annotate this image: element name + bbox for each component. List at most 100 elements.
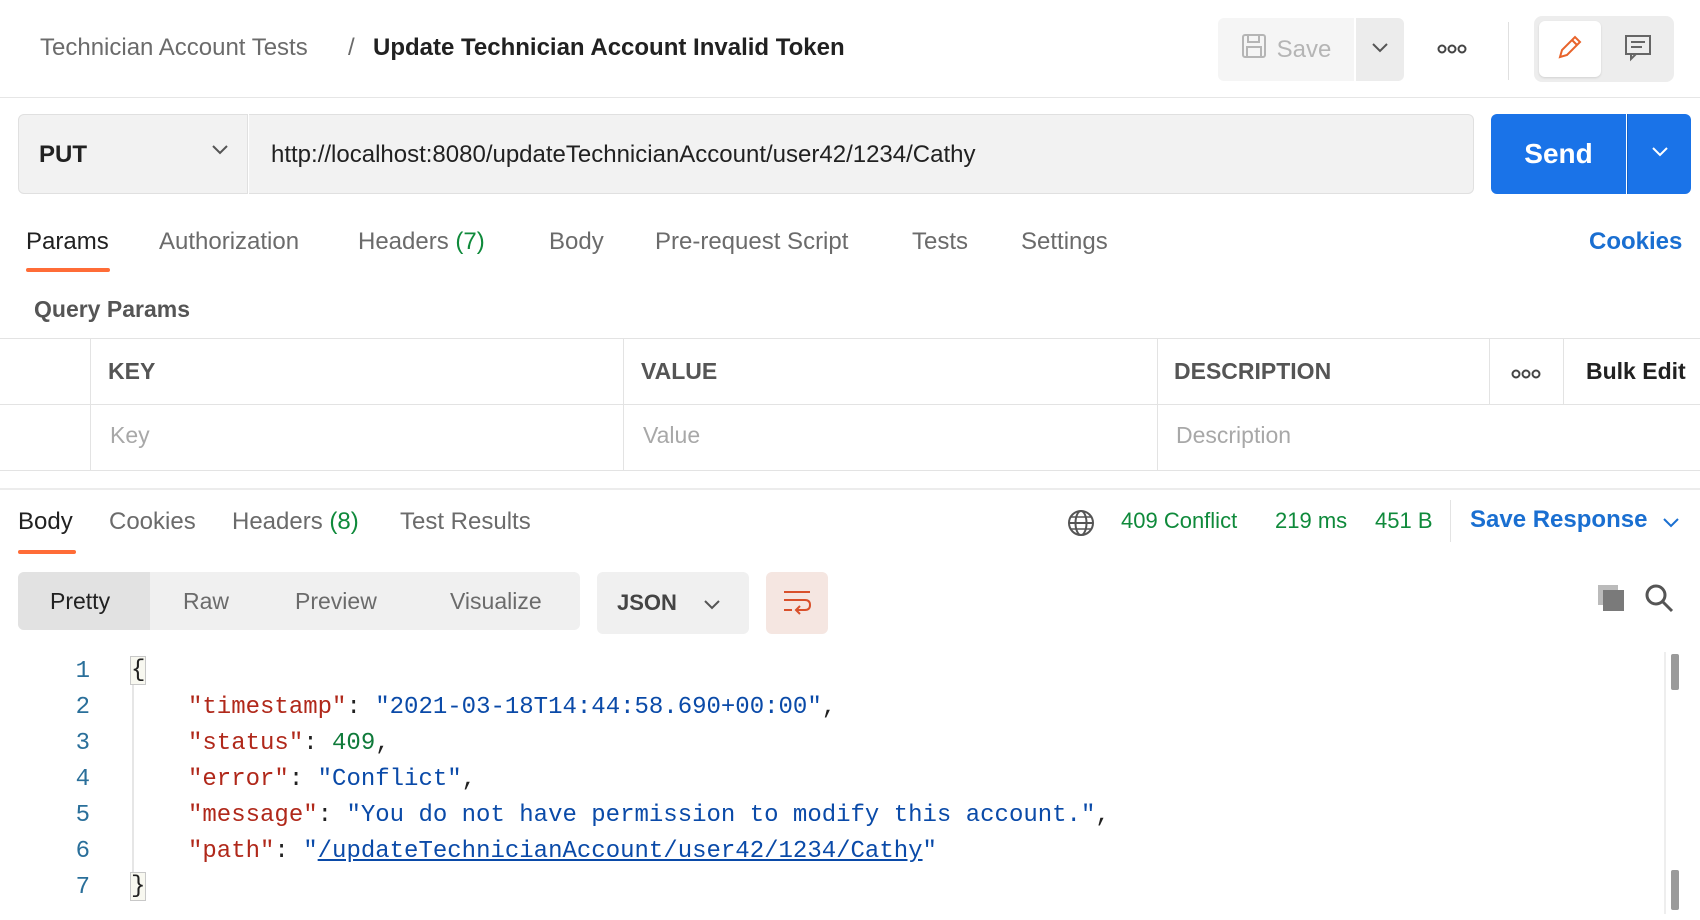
active-response-tab-indicator [18, 550, 76, 554]
param-value-input[interactable]: Value [643, 422, 700, 449]
save-response-options[interactable] [1662, 516, 1680, 534]
response-tab-body[interactable]: Body [18, 508, 73, 536]
json-open-brace: { [130, 656, 147, 685]
format-select[interactable]: JSON [597, 572, 749, 634]
line-number: 7 [75, 874, 90, 901]
tab-headers-label: Headers [358, 228, 449, 255]
indent-guide [132, 684, 134, 882]
json-line: "message": "You do not have permission t… [188, 802, 1110, 829]
json-key: "path" [188, 838, 275, 865]
json-line: "status": 409, [188, 730, 390, 757]
json-key: "error" [188, 766, 289, 793]
url-input[interactable]: http://localhost:8080/updateTechnicianAc… [249, 114, 1474, 194]
table-border-middle [0, 404, 1700, 405]
pane-divider[interactable] [0, 488, 1700, 490]
tab-authorization[interactable]: Authorization [159, 228, 299, 256]
scrollbar-thumb[interactable] [1671, 654, 1679, 690]
wrap-lines-button[interactable] [766, 572, 828, 634]
json-path-link[interactable]: /updateTechnicianAccount/user42/1234/Cat… [318, 838, 923, 865]
request-title[interactable]: Update Technician Account Invalid Token [373, 34, 845, 62]
json-value: "You do not have permission to modify th… [346, 802, 1096, 829]
chevron-down-icon [1651, 145, 1669, 163]
edit-mode-button[interactable] [1539, 21, 1601, 77]
more-horizontal-icon [1437, 41, 1467, 59]
json-key: "status" [188, 730, 304, 757]
copy-icon [1595, 585, 1627, 618]
table-col-divider [1563, 338, 1564, 404]
chevron-down-icon [211, 143, 229, 161]
column-header-value: VALUE [641, 358, 718, 384]
param-key-input[interactable]: Key [110, 422, 150, 449]
cookies-link[interactable]: Cookies [1589, 228, 1682, 256]
search-response-button[interactable] [1643, 582, 1675, 619]
more-horizontal-icon [1511, 366, 1541, 383]
table-col-divider [90, 338, 91, 470]
table-options-button[interactable] [1511, 366, 1541, 384]
table-border-top [0, 338, 1700, 339]
json-key: "message" [188, 802, 318, 829]
response-status[interactable]: 409 Conflict [1121, 508, 1237, 534]
send-button[interactable]: Send [1491, 114, 1626, 194]
json-quote: " [922, 838, 937, 865]
chevron-down-icon [1371, 41, 1389, 59]
response-tab-headers-label: Headers [232, 508, 323, 535]
breadcrumb-collection[interactable]: Technician Account Tests [40, 34, 308, 62]
save-button[interactable]: Save [1218, 18, 1354, 81]
url-text: http://localhost:8080/updateTechnicianAc… [271, 141, 976, 168]
response-time[interactable]: 219 ms [1275, 508, 1347, 534]
view-mode-raw[interactable]: Raw [183, 588, 229, 615]
breadcrumb-separator: / [348, 34, 355, 61]
save-options-button[interactable] [1356, 18, 1404, 81]
tab-tests[interactable]: Tests [912, 228, 968, 256]
method-label: PUT [39, 141, 87, 168]
bulk-edit-button[interactable]: Bulk Edit [1586, 358, 1686, 385]
request-header: Technician Account Tests / Update Techni… [0, 0, 1700, 98]
comment-icon [1623, 32, 1653, 67]
editor-scroll-track [1664, 652, 1666, 914]
tab-params[interactable]: Params [26, 228, 109, 256]
tab-headers-count: (7) [455, 228, 485, 255]
tab-settings[interactable]: Settings [1021, 228, 1108, 256]
json-value: 409 [332, 730, 376, 757]
view-mode-pretty[interactable]: Pretty [50, 588, 110, 615]
table-col-divider [623, 338, 624, 470]
column-header-key: KEY [108, 358, 156, 384]
response-size[interactable]: 451 B [1375, 508, 1433, 534]
send-options-button[interactable] [1627, 114, 1691, 194]
tab-pre-request-script[interactable]: Pre-request Script [655, 228, 848, 256]
view-mode-preview[interactable]: Preview [295, 588, 377, 615]
copy-response-button[interactable] [1595, 582, 1627, 619]
response-tab-headers[interactable]: Headers (8) [232, 508, 359, 536]
globe-icon [1066, 510, 1096, 542]
header-divider [1508, 22, 1509, 80]
tab-body[interactable]: Body [549, 228, 604, 256]
line-number: 6 [75, 838, 90, 865]
save-response-button[interactable]: Save Response [1470, 506, 1647, 534]
format-label: JSON [617, 590, 677, 615]
line-number: 3 [75, 730, 90, 757]
search-icon [1643, 584, 1675, 618]
more-actions-button[interactable] [1430, 36, 1474, 64]
documentation-button[interactable] [1607, 21, 1669, 77]
json-comma: , [375, 730, 390, 757]
tab-headers[interactable]: Headers (7) [358, 228, 485, 256]
save-label: Save [1276, 35, 1332, 63]
json-line: "timestamp": "2021-03-18T14:44:58.690+00… [188, 694, 837, 721]
response-tab-cookies[interactable]: Cookies [109, 508, 196, 536]
json-comma: , [821, 694, 837, 721]
line-number: 1 [75, 658, 90, 685]
response-tab-test-results[interactable]: Test Results [400, 508, 531, 536]
method-select[interactable]: PUT [18, 114, 248, 194]
json-value: "Conflict" [317, 766, 462, 793]
save-icon [1241, 33, 1267, 66]
table-border-bottom [0, 470, 1700, 471]
pencil-icon [1555, 32, 1585, 67]
param-description-input[interactable]: Description [1176, 422, 1291, 449]
json-quote: " [303, 838, 318, 865]
json-comma: , [1095, 802, 1110, 829]
network-info-button[interactable] [1066, 508, 1096, 543]
json-line: "path": "/updateTechnicianAccount/user42… [188, 838, 937, 865]
chevron-down-icon [1662, 516, 1680, 533]
view-mode-visualize[interactable]: Visualize [450, 588, 542, 615]
scrollbar-thumb[interactable] [1671, 870, 1679, 910]
